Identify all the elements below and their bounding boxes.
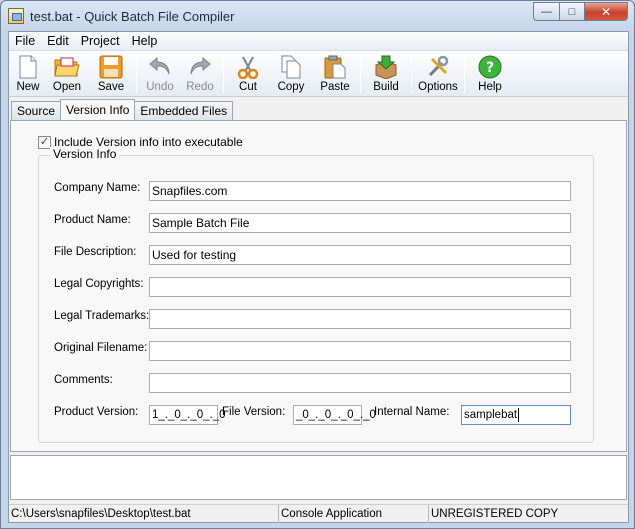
app-icon[interactable]	[8, 8, 24, 24]
build-button[interactable]: Build	[364, 51, 408, 95]
product-name-input[interactable]: Sample Batch File	[149, 213, 571, 233]
original-filename-input[interactable]	[149, 341, 571, 361]
tab-strip: Source Version Info Embedded Files	[11, 99, 234, 120]
legal-trademarks-input[interactable]	[149, 309, 571, 329]
file-description-input[interactable]: Used for testing	[149, 245, 571, 265]
menu-bar: File Edit Project Help	[9, 32, 628, 51]
company-name-label: Company Name:	[54, 182, 141, 194]
open-button[interactable]: Open	[45, 51, 89, 95]
tab-source[interactable]: Source	[11, 101, 62, 120]
menu-project[interactable]: Project	[75, 34, 126, 48]
options-button[interactable]: Options	[415, 51, 461, 95]
text-caret	[518, 408, 520, 422]
status-file-path: C:\Users\snapfiles\Desktop\test.bat	[9, 505, 279, 523]
comments-label: Comments:	[54, 374, 113, 386]
toolbar-separator	[223, 55, 224, 93]
toolbar-separator	[411, 55, 412, 93]
copy-button[interactable]: Copy	[269, 51, 313, 95]
app-window: test.bat - Quick Batch File Compiler — □…	[0, 0, 635, 529]
file-version-input[interactable]: _0_._0_._0_._0	[293, 405, 376, 425]
comments-input[interactable]	[149, 373, 571, 393]
original-filename-label: Original Filename:	[54, 342, 148, 354]
title-bar[interactable]: test.bat - Quick Batch File Compiler — □…	[1, 1, 634, 31]
new-button[interactable]: New	[11, 51, 45, 95]
legal-copyrights-input[interactable]	[149, 277, 571, 297]
file-version-label: File Version:	[222, 406, 286, 418]
product-name-label: Product Name:	[54, 214, 131, 226]
undo-button[interactable]: Undo	[140, 51, 180, 95]
help-button[interactable]: ? Help	[468, 51, 512, 95]
company-name-input[interactable]: Snapfiles.com	[149, 181, 571, 201]
client-area: File Edit Project Help New Open Save Und…	[8, 31, 629, 523]
maximize-button[interactable]: □	[559, 2, 584, 21]
copy-icon	[278, 54, 304, 80]
status-bar: C:\Users\snapfiles\Desktop\test.bat Cons…	[9, 504, 628, 523]
internal-name-input[interactable]: samplebat	[461, 405, 571, 425]
internal-name-value: samplebat	[464, 409, 518, 421]
version-info-panel: ✓ Include Version info into executable V…	[10, 120, 627, 452]
status-app-type: Console Application	[279, 505, 429, 523]
menu-edit[interactable]: Edit	[41, 34, 75, 48]
new-file-icon	[15, 54, 41, 80]
minimize-button[interactable]: —	[533, 2, 559, 21]
window-title: test.bat - Quick Batch File Compiler	[30, 8, 235, 24]
toolbar-separator	[136, 55, 137, 93]
undo-icon	[147, 54, 173, 80]
cut-button[interactable]: Cut	[227, 51, 269, 95]
paste-button[interactable]: Paste	[313, 51, 357, 95]
redo-button[interactable]: Redo	[180, 51, 220, 95]
svg-text:?: ?	[486, 60, 494, 76]
help-question-icon: ?	[477, 54, 503, 80]
window-controls: — □ ✕	[533, 2, 628, 21]
menu-file[interactable]: File	[9, 34, 41, 48]
tab-version-info[interactable]: Version Info	[60, 99, 136, 120]
file-description-label: File Description:	[54, 246, 137, 258]
menu-help[interactable]: Help	[126, 34, 164, 48]
legal-copyrights-label: Legal Copyrights:	[54, 278, 144, 290]
save-button[interactable]: Save	[89, 51, 133, 95]
scissors-icon	[235, 54, 261, 80]
product-version-label: Product Version:	[54, 406, 139, 418]
redo-icon	[187, 54, 213, 80]
build-box-icon	[373, 54, 399, 80]
toolbar: New Open Save Undo Redo Cut Copy Paste B…	[9, 51, 628, 97]
tab-embedded-files[interactable]: Embedded Files	[134, 101, 234, 120]
internal-name-label: Internal Name:	[374, 406, 450, 418]
floppy-disk-icon	[98, 54, 124, 80]
legal-trademarks-label: Legal Trademarks:	[54, 310, 150, 322]
clipboard-paste-icon	[322, 54, 348, 80]
close-button[interactable]: ✕	[584, 2, 628, 21]
output-pane[interactable]	[10, 455, 627, 500]
status-license: UNREGISTERED COPY	[431, 508, 559, 520]
tools-icon	[425, 54, 451, 80]
toolbar-separator	[464, 55, 465, 93]
version-info-group-title: Version Info	[50, 147, 120, 161]
folder-open-icon	[54, 54, 80, 80]
toolbar-separator	[360, 55, 361, 93]
product-version-input[interactable]: 1_._0_._0_._0	[149, 405, 226, 425]
